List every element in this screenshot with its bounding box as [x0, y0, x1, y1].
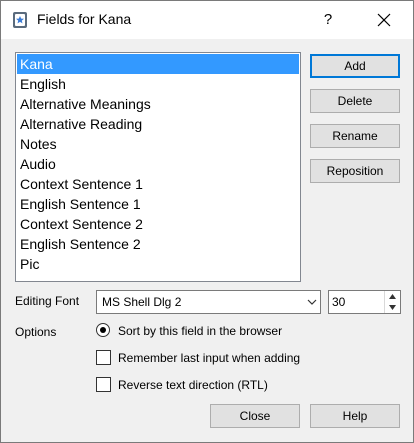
remember-last-label: Remember last input when adding	[118, 351, 301, 365]
help-button[interactable]: Help	[310, 404, 400, 428]
spin-down-icon[interactable]	[384, 302, 400, 313]
editing-font-label: Editing Font	[15, 294, 80, 308]
sort-field-radio[interactable]	[96, 323, 110, 337]
sort-field-option[interactable]: Sort by this field in the browser	[96, 322, 336, 340]
field-list-item[interactable]: English Sentence 2	[16, 234, 300, 254]
title-bar: Fields for Kana ?	[1, 1, 413, 39]
field-list-item[interactable]: Pic	[16, 254, 300, 274]
field-list-item[interactable]: English	[16, 74, 300, 94]
field-list-item[interactable]: Context Sentence 2	[16, 214, 300, 234]
remember-last-checkbox[interactable]	[96, 350, 111, 365]
field-list-item[interactable]: Audio	[16, 154, 300, 174]
radio-selected-dot	[100, 327, 106, 333]
field-list-item[interactable]: Alternative Meanings	[16, 94, 300, 114]
close-icon[interactable]	[361, 1, 407, 39]
rtl-label: Reverse text direction (RTL)	[118, 378, 268, 392]
font-select[interactable]: MS Shell Dlg 2	[96, 290, 321, 314]
fields-dialog: Fields for Kana ? Kana English Alternati…	[0, 0, 414, 443]
help-question-button[interactable]: ?	[313, 1, 343, 39]
spin-up-icon[interactable]	[384, 291, 400, 302]
field-list-item[interactable]: Alternative Reading	[16, 114, 300, 134]
delete-button[interactable]: Delete	[310, 89, 400, 113]
field-list-item[interactable]: Context Sentence 1	[16, 174, 300, 194]
window-title: Fields for Kana	[37, 11, 132, 27]
field-list-item[interactable]: Kana	[17, 54, 299, 74]
rtl-option[interactable]: Reverse text direction (RTL)	[96, 376, 316, 394]
chevron-down-icon[interactable]	[304, 291, 320, 313]
rtl-checkbox[interactable]	[96, 377, 111, 392]
field-list-item[interactable]: Notes	[16, 134, 300, 154]
font-select-value: MS Shell Dlg 2	[102, 295, 182, 309]
sort-field-label: Sort by this field in the browser	[118, 324, 283, 338]
options-label: Options	[15, 325, 57, 339]
reposition-button[interactable]: Reposition	[310, 159, 400, 183]
field-list[interactable]: Kana English Alternative Meanings Altern…	[15, 52, 301, 282]
add-button[interactable]: Add	[310, 54, 400, 78]
anki-icon	[12, 11, 28, 29]
remember-last-option[interactable]: Remember last input when adding	[96, 349, 356, 367]
field-list-item[interactable]: English Sentence 1	[16, 194, 300, 214]
close-button[interactable]: Close	[210, 404, 300, 428]
font-size-value: 30	[332, 295, 346, 309]
rename-button[interactable]: Rename	[310, 124, 400, 148]
font-size-spinbox[interactable]: 30	[328, 290, 401, 314]
